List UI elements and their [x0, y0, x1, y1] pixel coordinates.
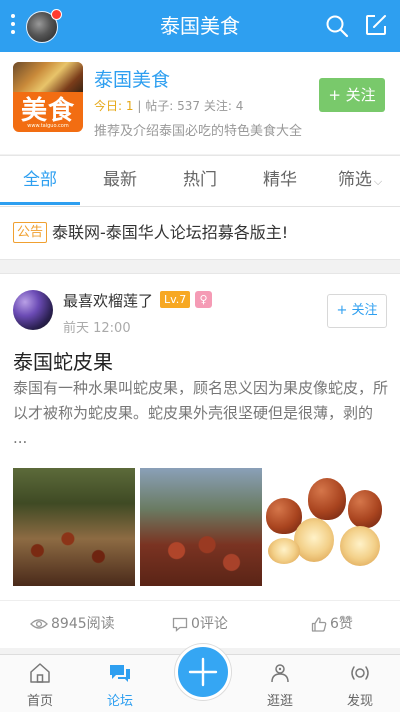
comment-button[interactable]: 0评论 — [172, 601, 228, 648]
announcement-tag: 公告 — [13, 222, 48, 243]
post-image-3[interactable] — [264, 468, 386, 586]
eye-icon — [30, 619, 48, 629]
create-post-button[interactable] — [175, 644, 231, 700]
post-image-1[interactable] — [13, 468, 135, 586]
author-avatar[interactable] — [13, 290, 53, 330]
post-stats-bar: 8945阅读 0评论 6赞 — [0, 600, 400, 648]
tab-featured[interactable]: 精华 — [240, 156, 320, 206]
forum-stats: 今日: 1 | 帖子: 537 关注: 4 — [94, 99, 244, 113]
plus-icon — [188, 657, 218, 687]
post-image-2[interactable] — [140, 468, 262, 586]
tab-filter[interactable]: 筛选 ⌵ — [320, 156, 400, 206]
author-name[interactable]: 最喜欢榴莲了 — [63, 290, 153, 311]
nav-discover[interactable]: 发现 — [325, 655, 395, 712]
female-gender-icon: ♀ — [195, 291, 212, 308]
read-count: 8945阅读 — [30, 601, 115, 648]
top-bar: 泰国美食 — [0, 0, 400, 52]
forum-icon — [110, 665, 130, 682]
tab-latest[interactable]: 最新 — [80, 156, 160, 206]
compose-icon[interactable] — [364, 13, 388, 37]
forum-description: 推荐及介绍泰国必吃的特色美食大全 — [94, 124, 303, 139]
nav-stroll[interactable]: 逛逛 — [245, 655, 315, 712]
post-excerpt: 泰国有一种水果叫蛇皮果，顾名思义因为果皮像蛇皮，所以才被称为蛇皮果。蛇皮果外壳很… — [13, 379, 389, 447]
nav-home[interactable]: 首页 — [5, 655, 75, 712]
post-title[interactable]: 泰国蛇皮果 — [13, 346, 113, 375]
active-tab-indicator — [0, 202, 80, 205]
follow-author-button[interactable]: + 关注 — [327, 294, 387, 328]
forum-logo: 美食 www.taiguo.com — [13, 62, 83, 132]
search-icon[interactable] — [325, 14, 349, 38]
follow-forum-button[interactable]: + 关注 — [319, 78, 385, 112]
level-badge: Lv.7 — [160, 291, 191, 308]
discover-icon — [351, 666, 369, 680]
tab-hot[interactable]: 热门 — [160, 156, 240, 206]
post-time: 前天 12:00 — [63, 321, 131, 336]
forum-info-card: 美食 www.taiguo.com 泰国美食 今日: 1 | 帖子: 537 关… — [0, 52, 400, 154]
chevron-down-icon: ⌵ — [373, 175, 383, 188]
forum-name: 泰国美食 — [94, 69, 171, 91]
home-icon — [30, 663, 50, 683]
like-button[interactable]: 6赞 — [311, 601, 353, 648]
announcement-bar[interactable]: 公告 泰联网-泰国华人论坛招募各版主! — [0, 207, 400, 260]
comment-icon — [172, 617, 188, 632]
category-tabs: 全部 最新 热门 精华 筛选 ⌵ — [0, 155, 400, 207]
post-card[interactable]: 最喜欢榴莲了 Lv.7 ♀ 前天 12:00 + 关注 泰国蛇皮果 泰国有一种水… — [0, 273, 400, 600]
nav-forum[interactable]: 论坛 — [85, 655, 155, 712]
announcement-text[interactable]: 泰联网-泰国华人论坛招募各版主! — [52, 219, 288, 243]
tab-all[interactable]: 全部 — [0, 156, 80, 206]
stroll-icon — [271, 664, 289, 683]
thumbs-up-icon — [311, 616, 327, 632]
